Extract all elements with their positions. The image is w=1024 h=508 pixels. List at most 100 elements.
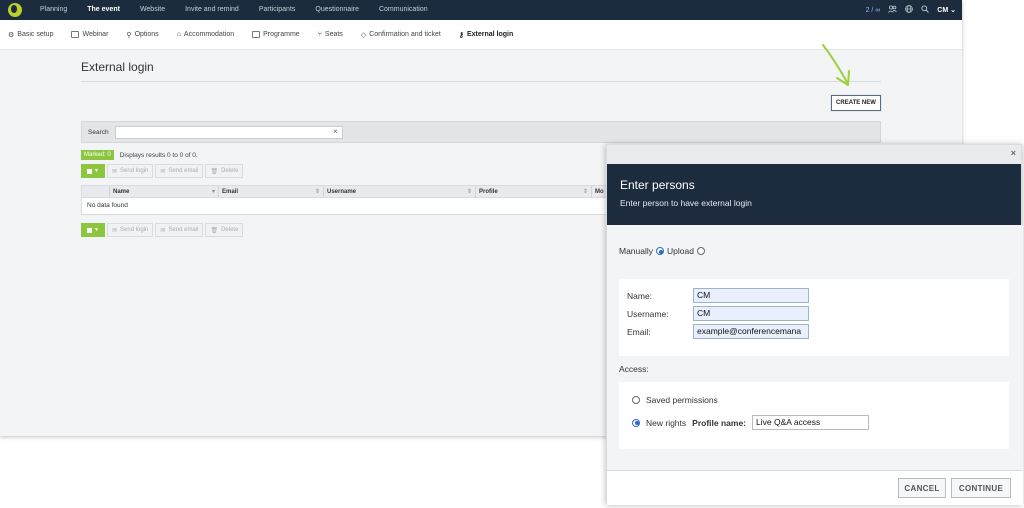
send-login-button[interactable]: ✉ Send login	[107, 164, 154, 178]
cancel-button[interactable]: CANCEL	[898, 478, 946, 498]
saved-permissions-label: Saved permissions	[646, 395, 718, 405]
top-nav-the-event[interactable]: The event	[77, 0, 130, 20]
email-label: Email:	[627, 326, 651, 337]
license-count: 2 / ∞	[865, 6, 881, 14]
mode-upload-radio[interactable]	[696, 247, 705, 255]
top-nav-planning[interactable]: Planning	[30, 0, 77, 20]
key-icon: ⚷	[458, 31, 464, 39]
options-icon: ⚲	[126, 31, 132, 39]
mail-icon: ✉	[160, 227, 166, 234]
username-label: Username:	[627, 308, 669, 319]
create-new-button[interactable]: CREATE NEW	[831, 95, 881, 111]
email-field[interactable]: example@conferencemana	[693, 324, 809, 339]
subnav-confirmation-and-ticket[interactable]: ◇ Confirmation and ticket	[361, 31, 441, 39]
enter-persons-dialog: × Enter persons Enter person to have ext…	[606, 144, 1023, 505]
subnav-seats[interactable]: ⑂ Seats	[318, 31, 343, 38]
new-rights-option[interactable]: New rights Profile name: Live Q&A access	[632, 415, 870, 430]
dialog-title-bar: ×	[607, 145, 1021, 164]
page-title: External login	[81, 60, 881, 82]
search-label: Search	[88, 128, 109, 136]
delete-button[interactable]: 🗑 Delete	[205, 164, 244, 178]
search-input[interactable]: ×	[114, 125, 343, 139]
subnav-external-login[interactable]: ⚷ External login	[459, 31, 513, 39]
subnav-basic-setup[interactable]: ⚙ Basic setup	[8, 31, 53, 39]
caret-down-icon: ▼	[94, 227, 99, 233]
send-email-button[interactable]: ✉ Send email	[155, 164, 204, 178]
subnav-label: Confirmation and ticket	[369, 31, 441, 38]
continue-button[interactable]: CONTINUE	[951, 478, 1011, 498]
subnav-programme[interactable]: Programme	[252, 31, 300, 38]
top-nav-website[interactable]: Website	[130, 0, 175, 20]
entry-mode-group: Manually Upload	[619, 246, 705, 256]
column-profile[interactable]: Profile ⇕	[476, 186, 592, 197]
mail-icon: ✉	[112, 227, 118, 234]
subnav-label: Basic setup	[17, 31, 54, 38]
username-row: Username: CM	[627, 306, 809, 321]
bed-icon: ⌂	[176, 31, 181, 38]
person-fields-panel: Name: CM Username: CM Email: example@con…	[619, 279, 1009, 356]
gear-icon: ⚙	[8, 31, 15, 39]
subnav-label: Programme	[263, 31, 300, 38]
results-text: Displays results 0 to 0 of 0.	[119, 151, 198, 159]
search-icon[interactable]	[921, 5, 930, 15]
select-all-dropdown[interactable]: ▼	[81, 223, 105, 237]
table-header: Name ▾ Email ⇕ Username ⇕ Profile ⇕ Mo	[82, 186, 610, 198]
subnav-label: Seats	[324, 31, 343, 38]
access-label: Access:	[619, 364, 649, 374]
chevron-down-icon: ⌄	[950, 7, 956, 14]
top-nav-participants[interactable]: Participants	[249, 0, 306, 20]
column-label: Name	[113, 189, 130, 195]
column-select[interactable]	[82, 186, 110, 197]
name-label: Name:	[627, 290, 653, 301]
subnav-options[interactable]: ⚲ Options	[126, 31, 158, 39]
new-rights-radio[interactable]	[632, 418, 640, 427]
column-name[interactable]: Name ▾	[110, 186, 219, 197]
column-email[interactable]: Email ⇕	[219, 186, 324, 197]
subnav-label: Accommodation	[183, 31, 235, 38]
email-row: Email: example@conferencemana	[627, 324, 809, 339]
subnav-accommodation[interactable]: ⌂ Accommodation	[177, 31, 234, 38]
marked-badge: Marked: 0	[81, 150, 114, 160]
mail-icon: ✉	[112, 168, 118, 175]
send-login-label: Send login	[120, 227, 149, 233]
clear-icon[interactable]: ×	[333, 127, 338, 136]
access-panel: Saved permissions New rights Profile nam…	[619, 382, 1009, 449]
saved-permissions-option[interactable]: Saved permissions	[632, 395, 718, 405]
new-rights-label: New rights	[646, 417, 687, 428]
top-nav-questionnaire[interactable]: Questionnaire	[305, 0, 369, 20]
name-field[interactable]: CM	[693, 288, 809, 303]
close-icon[interactable]: ×	[1011, 148, 1016, 158]
send-login-button[interactable]: ✉ Send login	[107, 223, 154, 237]
main-content: External login CREATE NEW Search × Marke…	[81, 60, 881, 237]
mode-manual-radio[interactable]	[656, 247, 665, 255]
empty-message: No data found	[87, 202, 128, 209]
checkbox-icon	[87, 227, 93, 233]
username-field[interactable]: CM	[693, 306, 809, 321]
app-logo[interactable]	[8, 3, 22, 17]
top-nav-invite-and-remind[interactable]: Invite and remind	[175, 0, 249, 20]
user-menu[interactable]: CM ⌄	[937, 6, 956, 14]
sort-icon: ⇕	[314, 189, 320, 195]
subnav-webinar[interactable]: Webinar	[71, 31, 108, 38]
profile-name-input[interactable]: Live Q&A access	[752, 415, 870, 430]
dialog-header: Enter persons Enter person to have exter…	[607, 164, 1021, 225]
send-login-label: Send login	[120, 168, 149, 174]
saved-permissions-radio[interactable]	[632, 396, 640, 404]
select-all-dropdown[interactable]: ▼	[81, 164, 105, 178]
sort-icon: ⇕	[466, 189, 472, 195]
subnav-label: Webinar	[82, 31, 109, 38]
mode-manual-label: Manually	[619, 246, 654, 256]
sort-icon: ▾	[211, 189, 215, 195]
globe-icon[interactable]	[905, 5, 914, 15]
mail-icon: ✉	[160, 168, 166, 175]
user-initials: CM	[937, 7, 949, 14]
dialog-title: Enter persons	[620, 178, 695, 192]
pointer-arrow-icon	[822, 44, 850, 86]
send-email-button[interactable]: ✉ Send email	[155, 223, 204, 237]
top-nav-communication[interactable]: Communication	[369, 0, 438, 20]
column-username[interactable]: Username ⇕	[324, 186, 476, 197]
persons-table: Name ▾ Email ⇕ Username ⇕ Profile ⇕ Mo No da…	[81, 185, 611, 215]
people-icon[interactable]	[888, 5, 898, 15]
delete-button[interactable]: 🗑 Delete	[205, 223, 244, 237]
top-nav: Planning The event Website Invite and re…	[30, 0, 438, 20]
